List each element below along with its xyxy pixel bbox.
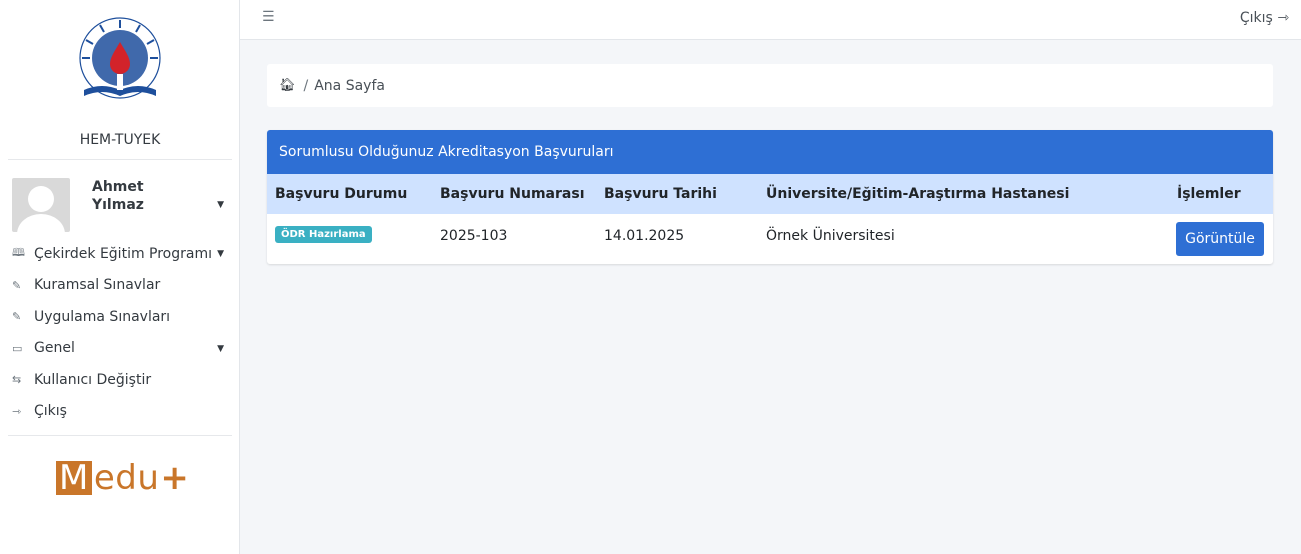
sidebar-item-label: Kullanıcı Değiştir — [34, 371, 152, 388]
breadcrumb-current: Ana Sayfa — [314, 77, 385, 94]
column-header: Üniversite/Eğitim-Araştırma Hastanesi — [766, 186, 1070, 202]
sidebar-item-cikis[interactable]: ⇾ Çıkış — [12, 396, 239, 428]
application-date: 14.01.2025 — [604, 228, 685, 244]
book-icon: 🕮 — [12, 246, 25, 260]
brand-m: M — [56, 461, 92, 495]
caret-down-icon: ▼ — [217, 343, 224, 354]
logout-icon: ⇾ — [12, 404, 22, 418]
sidebar-item-kuramsal-sinavlar[interactable]: ✎ Kuramsal Sınavlar — [12, 270, 239, 302]
logout-icon: ⇾ — [1277, 10, 1289, 26]
breadcrumb-separator: / — [303, 77, 309, 94]
user-last-name: Yılmaz — [92, 197, 144, 213]
caret-down-icon: ▼ — [217, 200, 224, 210]
breadcrumb: 🏠︎ / Ana Sayfa — [267, 64, 1273, 107]
organization-logo — [78, 17, 161, 99]
view-button[interactable]: Görüntüle — [1176, 222, 1264, 256]
sidebar-item-label: Çıkış — [34, 403, 67, 420]
column-header: Başvuru Durumu — [275, 186, 408, 202]
applications-card: Sorumlusu Olduğunuz Akreditasyon Başvuru… — [267, 130, 1273, 264]
table-header: Başvuru Durumu Başvuru Numarası Başvuru … — [267, 174, 1273, 214]
brand-plus: + — [160, 458, 190, 498]
column-header: Başvuru Tarihi — [604, 186, 717, 202]
sidebar: HEM-TUYEK Ahmet Yılmaz ▼ 🕮 Çekirdek Eğit… — [0, 0, 240, 554]
folder-icon: ▭ — [12, 341, 23, 355]
institution-name: Örnek Üniversitesi — [766, 228, 895, 244]
user-panel[interactable]: Ahmet Yılmaz ▼ — [0, 160, 239, 238]
column-header: Başvuru Numarası — [440, 186, 585, 202]
sidebar-item-kullanici-degistir[interactable]: ⇆ Kullanıcı Değiştir — [12, 364, 239, 396]
logout-label: Çıkış — [1239, 10, 1273, 26]
logout-link[interactable]: Çıkış ⇾ — [1240, 10, 1289, 26]
sidebar-item-label: Uygulama Sınavları — [34, 308, 171, 325]
application-number: 2025-103 — [440, 228, 508, 244]
hamburger-menu-icon[interactable]: ☰ — [262, 9, 275, 25]
card-title: Sorumlusu Olduğunuz Akreditasyon Başvuru… — [267, 130, 1273, 174]
home-icon[interactable]: 🏠︎ — [279, 78, 296, 93]
topbar: ☰ Çıkış ⇾ — [240, 0, 1301, 40]
sidebar-item-cekirdek-egitim-programi[interactable]: 🕮 Çekirdek Eğitim Programı ▼ — [12, 238, 239, 270]
table-row: ÖDR Hazırlama 2025-103 14.01.2025 Örnek … — [267, 214, 1273, 264]
caret-down-icon: ▼ — [217, 249, 224, 259]
logo-area — [0, 0, 239, 120]
status-badge: ÖDR Hazırlama — [275, 226, 372, 243]
edit-icon: ✎ — [12, 310, 22, 324]
organization-name: HEM-TUYEK — [8, 120, 232, 160]
user-first-name: Ahmet — [92, 179, 144, 195]
medu-brand-logo: M edu + — [56, 458, 239, 498]
switch-icon: ⇆ — [12, 373, 22, 387]
column-header: İşlemler — [1177, 186, 1241, 202]
user-name: Ahmet Yılmaz — [92, 178, 144, 214]
menu-divider — [8, 435, 232, 436]
sidebar-item-genel[interactable]: ▭ Genel ▼ — [12, 333, 239, 365]
avatar — [12, 178, 70, 232]
brand-text: edu — [93, 458, 160, 498]
edit-icon: ✎ — [12, 278, 22, 292]
sidebar-item-uygulama-sinavlari[interactable]: ✎ Uygulama Sınavları — [12, 301, 239, 333]
sidebar-item-label: Kuramsal Sınavlar — [34, 277, 161, 294]
sidebar-item-label: Çekirdek Eğitim Programı — [34, 245, 213, 262]
sidebar-item-label: Genel — [34, 340, 75, 357]
sidebar-menu: 🕮 Çekirdek Eğitim Programı ▼ ✎ Kuramsal … — [0, 238, 239, 427]
